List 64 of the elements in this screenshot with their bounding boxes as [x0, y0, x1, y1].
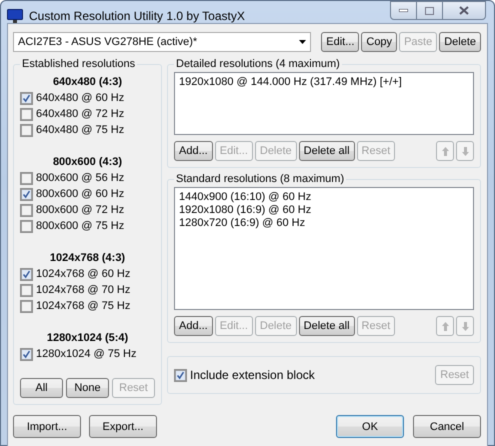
- button[interactable]: All: [20, 378, 63, 398]
- monitor-dropdown[interactable]: ACI27E3 - ASUS VG278HE (active)*: [13, 32, 312, 52]
- monitor-icon: [7, 9, 23, 23]
- resolution-list[interactable]: 1920x1080 @ 144.000 Hz (317.49 MHz) [+/+]: [174, 72, 474, 135]
- button[interactable]: Copy: [361, 32, 398, 52]
- list-item[interactable]: 1440x900 (16:10) @ 60 Hz: [179, 191, 469, 204]
- checkbox-label[interactable]: 800x600 @ 56 Hz: [36, 172, 124, 184]
- checkbox[interactable]: [20, 172, 33, 184]
- caret-icon: [299, 40, 306, 44]
- checkbox-label[interactable]: 1024x768 @ 75 Hz: [36, 300, 130, 312]
- checkbox-label[interactable]: 640x480 @ 72 Hz: [36, 108, 124, 120]
- down-arrow-icon: [462, 146, 468, 156]
- button[interactable]: None: [66, 378, 109, 398]
- button[interactable]: OK: [336, 415, 404, 438]
- checkbox-label[interactable]: 640x480 @ 60 Hz: [36, 92, 124, 104]
- button[interactable]: Add...: [174, 141, 213, 161]
- minimize-icon: [399, 9, 408, 12]
- checkbox-label[interactable]: 1024x768 @ 60 Hz: [36, 268, 130, 280]
- group-heading: 1024x768 (4:3): [48, 251, 126, 266]
- group-heading: 800x600 (4:3): [52, 155, 124, 170]
- button[interactable]: Delete all: [298, 316, 355, 336]
- list-item[interactable]: 1920x1080 @ 144.000 Hz (317.49 MHz) [+/+]: [179, 76, 469, 89]
- button[interactable]: Cancel: [413, 415, 481, 438]
- checkbox[interactable]: [20, 300, 33, 312]
- checkbox[interactable]: [174, 368, 187, 382]
- maximize-icon: [425, 6, 434, 14]
- maximize-button[interactable]: [417, 1, 443, 20]
- checkbox-label[interactable]: 1280x1024 @ 75 Hz: [36, 348, 136, 360]
- list-item[interactable]: 1920x1080 (16:9) @ 60 Hz: [179, 204, 469, 217]
- group-heading: 640x480 (4:3): [52, 75, 124, 90]
- group-title: Established resolutions: [21, 58, 136, 70]
- button[interactable]: Delete all: [298, 141, 355, 161]
- checkbox[interactable]: [20, 204, 33, 216]
- button[interactable]: Add...: [174, 316, 213, 336]
- close-icon: [459, 6, 469, 15]
- minimize-button[interactable]: [390, 1, 417, 20]
- button[interactable]: Import...: [13, 415, 81, 438]
- button[interactable]: Delete: [439, 32, 481, 52]
- up-arrow-icon: [442, 146, 448, 156]
- checkbox[interactable]: [20, 220, 33, 232]
- button[interactable]: Export...: [89, 415, 157, 438]
- resolution-list[interactable]: 1440x900 (16:10) @ 60 Hz 1920x1080 (16:9) @ 60 Hz 1280x720 (16:9) @ 60 Hz: [174, 187, 474, 310]
- checkbox[interactable]: [20, 268, 33, 280]
- checkbox-label[interactable]: Include extension block: [190, 368, 315, 382]
- checkbox-label[interactable]: 640x480 @ 75 Hz: [36, 124, 124, 136]
- window-title: Custom Resolution Utility 1.0 by ToastyX: [29, 9, 246, 23]
- close-button[interactable]: [443, 1, 486, 20]
- checkbox[interactable]: [20, 92, 33, 104]
- checkbox-label[interactable]: 1024x768 @ 70 Hz: [36, 284, 130, 296]
- up-arrow-icon: [442, 322, 448, 330]
- group-heading: 1280x1024 (5:4): [46, 331, 130, 346]
- checkbox-label[interactable]: 800x600 @ 75 Hz: [36, 220, 124, 232]
- checkbox-label[interactable]: 800x600 @ 60 Hz: [36, 188, 124, 200]
- group-title: Detailed resolutions (4 maximum): [175, 58, 341, 70]
- list-item[interactable]: 1280x720 (16:9) @ 60 Hz: [179, 217, 469, 230]
- checkbox[interactable]: [20, 188, 33, 200]
- group-title: Standard resolutions (8 maximum): [175, 173, 346, 185]
- down-arrow-icon: [462, 322, 468, 330]
- checkbox[interactable]: [20, 348, 33, 360]
- button[interactable]: Edit...: [321, 32, 360, 52]
- checkbox[interactable]: [20, 284, 33, 296]
- checkbox[interactable]: [20, 108, 33, 120]
- checkbox-label[interactable]: 800x600 @ 72 Hz: [36, 204, 124, 216]
- checkbox[interactable]: [20, 124, 33, 136]
